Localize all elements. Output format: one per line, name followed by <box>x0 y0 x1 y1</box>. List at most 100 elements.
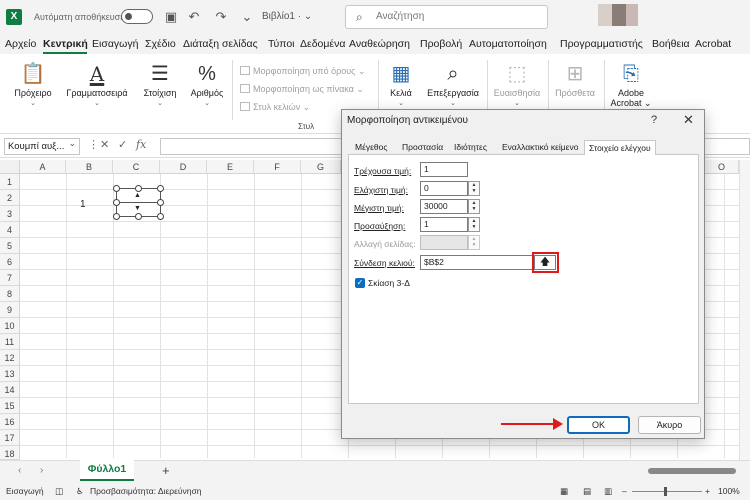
help-icon[interactable]: ? <box>651 114 657 126</box>
menu-automate[interactable]: Αυτοματοποίηση <box>469 38 547 50</box>
page-break-icon[interactable]: ▥ <box>604 486 612 497</box>
vertical-scrollbar[interactable] <box>739 160 750 460</box>
column-header-o[interactable]: O <box>705 160 739 174</box>
next-sheet-icon[interactable]: › <box>40 465 43 476</box>
search-box[interactable]: ⌕ Αναζήτηση <box>345 5 548 29</box>
min-value-input[interactable]: 0 <box>420 181 468 196</box>
tab-protection[interactable]: Προστασία <box>398 140 447 155</box>
resize-handle[interactable] <box>157 213 164 220</box>
column-header-c[interactable]: C <box>113 160 160 174</box>
conditional-formatting-button[interactable]: Μορφοποίηση υπό όρους ⌄ <box>240 66 366 77</box>
resize-handle[interactable] <box>135 185 142 192</box>
menu-view[interactable]: Προβολή <box>420 38 462 50</box>
menu-draw[interactable]: Σχέδιο <box>145 38 176 50</box>
zoom-level[interactable]: 100% <box>718 486 740 496</box>
max-value-stepper[interactable]: ▲ ▼ <box>468 199 480 214</box>
cancel-button[interactable]: Άκυρο <box>638 416 701 434</box>
accessibility-icon[interactable]: ♿ <box>76 486 84 497</box>
row-header[interactable]: 18 <box>0 446 20 460</box>
resize-handle[interactable] <box>157 185 164 192</box>
min-value-stepper[interactable]: ▲ ▼ <box>468 181 480 196</box>
resize-handle[interactable] <box>113 185 120 192</box>
font-button[interactable]: A Γραμματοσειρά ⌄ <box>62 60 132 107</box>
current-value-input[interactable]: 1 <box>420 162 468 177</box>
resize-handle[interactable] <box>135 213 142 220</box>
menu-home[interactable]: Κεντρική <box>43 38 88 50</box>
cancel-icon[interactable]: ✕ <box>100 138 109 151</box>
zoom-in-icon[interactable]: + <box>705 486 710 496</box>
zoom-slider-thumb[interactable] <box>664 487 667 496</box>
resize-handle[interactable] <box>157 199 164 206</box>
column-header-d[interactable]: D <box>160 160 207 174</box>
select-all-corner[interactable] <box>0 160 20 174</box>
row-header[interactable]: 5 <box>0 238 20 254</box>
row-header[interactable]: 9 <box>0 302 20 318</box>
undo-icon[interactable]: ↶ <box>185 8 203 26</box>
row-header[interactable]: 8 <box>0 286 20 302</box>
file-name[interactable]: Βιβλίο1 · ⌄ <box>262 11 312 22</box>
row-header[interactable]: 15 <box>0 398 20 414</box>
ok-button[interactable]: OK <box>567 416 630 434</box>
row-header[interactable]: 2 <box>0 190 20 206</box>
menu-formulas[interactable]: Τύποι <box>268 38 295 50</box>
menu-acrobat[interactable]: Acrobat <box>695 38 731 50</box>
resize-handle[interactable] <box>113 213 120 220</box>
number-button[interactable]: % Αριθμός ⌄ <box>186 60 228 107</box>
increment-input[interactable]: 1 <box>420 217 468 232</box>
row-header[interactable]: 13 <box>0 366 20 382</box>
addins-button[interactable]: ⊞ Πρόσθετα <box>552 60 598 98</box>
increment-stepper[interactable]: ▲ ▼ <box>468 217 480 232</box>
column-header-e[interactable]: E <box>207 160 254 174</box>
alignment-button[interactable]: ☰ Στοίχιση ⌄ <box>138 60 182 107</box>
menu-data[interactable]: Δεδομένα <box>300 38 345 50</box>
column-header-b[interactable]: B <box>66 160 113 174</box>
avatar[interactable] <box>598 4 612 26</box>
prev-sheet-icon[interactable]: ‹ <box>18 465 21 476</box>
add-sheet-icon[interactable]: + <box>162 463 170 478</box>
tab-alt-text[interactable]: Εναλλακτικό κείμενο <box>498 140 582 155</box>
row-header[interactable]: 14 <box>0 382 20 398</box>
cells-button[interactable]: ▦ Κελιά ⌄ <box>384 60 418 107</box>
row-header[interactable]: 6 <box>0 254 20 270</box>
menu-page-layout[interactable]: Διάταξη σελίδας <box>183 38 258 50</box>
tab-control[interactable]: Στοιχείο ελέγχου <box>584 140 656 155</box>
horizontal-scrollbar[interactable] <box>648 468 736 474</box>
accessibility-status[interactable]: Προσβασιμότητα: Διερεύνηση <box>90 486 201 496</box>
row-header[interactable]: 7 <box>0 270 20 286</box>
zoom-slider[interactable] <box>632 491 702 492</box>
row-header[interactable]: 3 <box>0 206 20 222</box>
cell-styles-button[interactable]: Στυλ κελιών ⌄ <box>240 102 310 113</box>
clipboard-button[interactable]: 📋 Πρόχειρο ⌄ <box>8 60 58 107</box>
close-icon[interactable]: ✕ <box>683 112 694 128</box>
sensitivity-button[interactable]: ⬚ Ευαισθησία ⌄ <box>490 60 544 107</box>
menu-help[interactable]: Βοήθεια <box>652 38 690 50</box>
row-header[interactable]: 1 <box>0 174 20 190</box>
row-header[interactable]: 10 <box>0 318 20 334</box>
tab-properties[interactable]: Ιδιότητες <box>450 140 491 155</box>
page-layout-icon[interactable]: ▤ <box>583 486 591 497</box>
menu-review[interactable]: Αναθεώρηση <box>349 38 410 50</box>
column-header-a[interactable]: A <box>20 160 66 174</box>
menu-developer[interactable]: Προγραμματιστής <box>560 38 643 50</box>
row-header[interactable]: 11 <box>0 334 20 350</box>
autosave-toggle[interactable] <box>121 9 153 24</box>
shading-3d-checkbox[interactable]: ✓ <box>355 278 365 288</box>
max-value-input[interactable]: 30000 <box>420 199 468 214</box>
editing-button[interactable]: ⌕ Επεξεργασία ⌄ <box>422 60 484 107</box>
resize-handle[interactable] <box>113 199 120 206</box>
redo-icon[interactable]: ↷ <box>212 8 230 26</box>
function-icon[interactable]: fx <box>136 138 146 151</box>
cell-link-input[interactable]: $B$2 <box>420 255 534 270</box>
row-header[interactable]: 17 <box>0 430 20 446</box>
row-header[interactable]: 16 <box>0 414 20 430</box>
check-icon[interactable]: ✓ <box>118 138 127 151</box>
adobe-acrobat-button[interactable]: ⎘ Adobe Acrobat ⌄ <box>608 60 654 109</box>
sheet-tab-active[interactable]: Φύλλο1 <box>80 460 134 481</box>
column-header-f[interactable]: F <box>254 160 301 174</box>
normal-view-icon[interactable]: ▦ <box>560 486 568 497</box>
name-box[interactable]: Κουμπί αυξ... <box>4 136 80 155</box>
menu-file[interactable]: Αρχείο <box>5 38 36 50</box>
save-icon[interactable]: ▣ <box>162 8 180 26</box>
column-header-g[interactable]: G <box>301 160 341 174</box>
format-as-table-button[interactable]: Μορφοποίηση ως πίνακα ⌄ <box>240 84 364 95</box>
